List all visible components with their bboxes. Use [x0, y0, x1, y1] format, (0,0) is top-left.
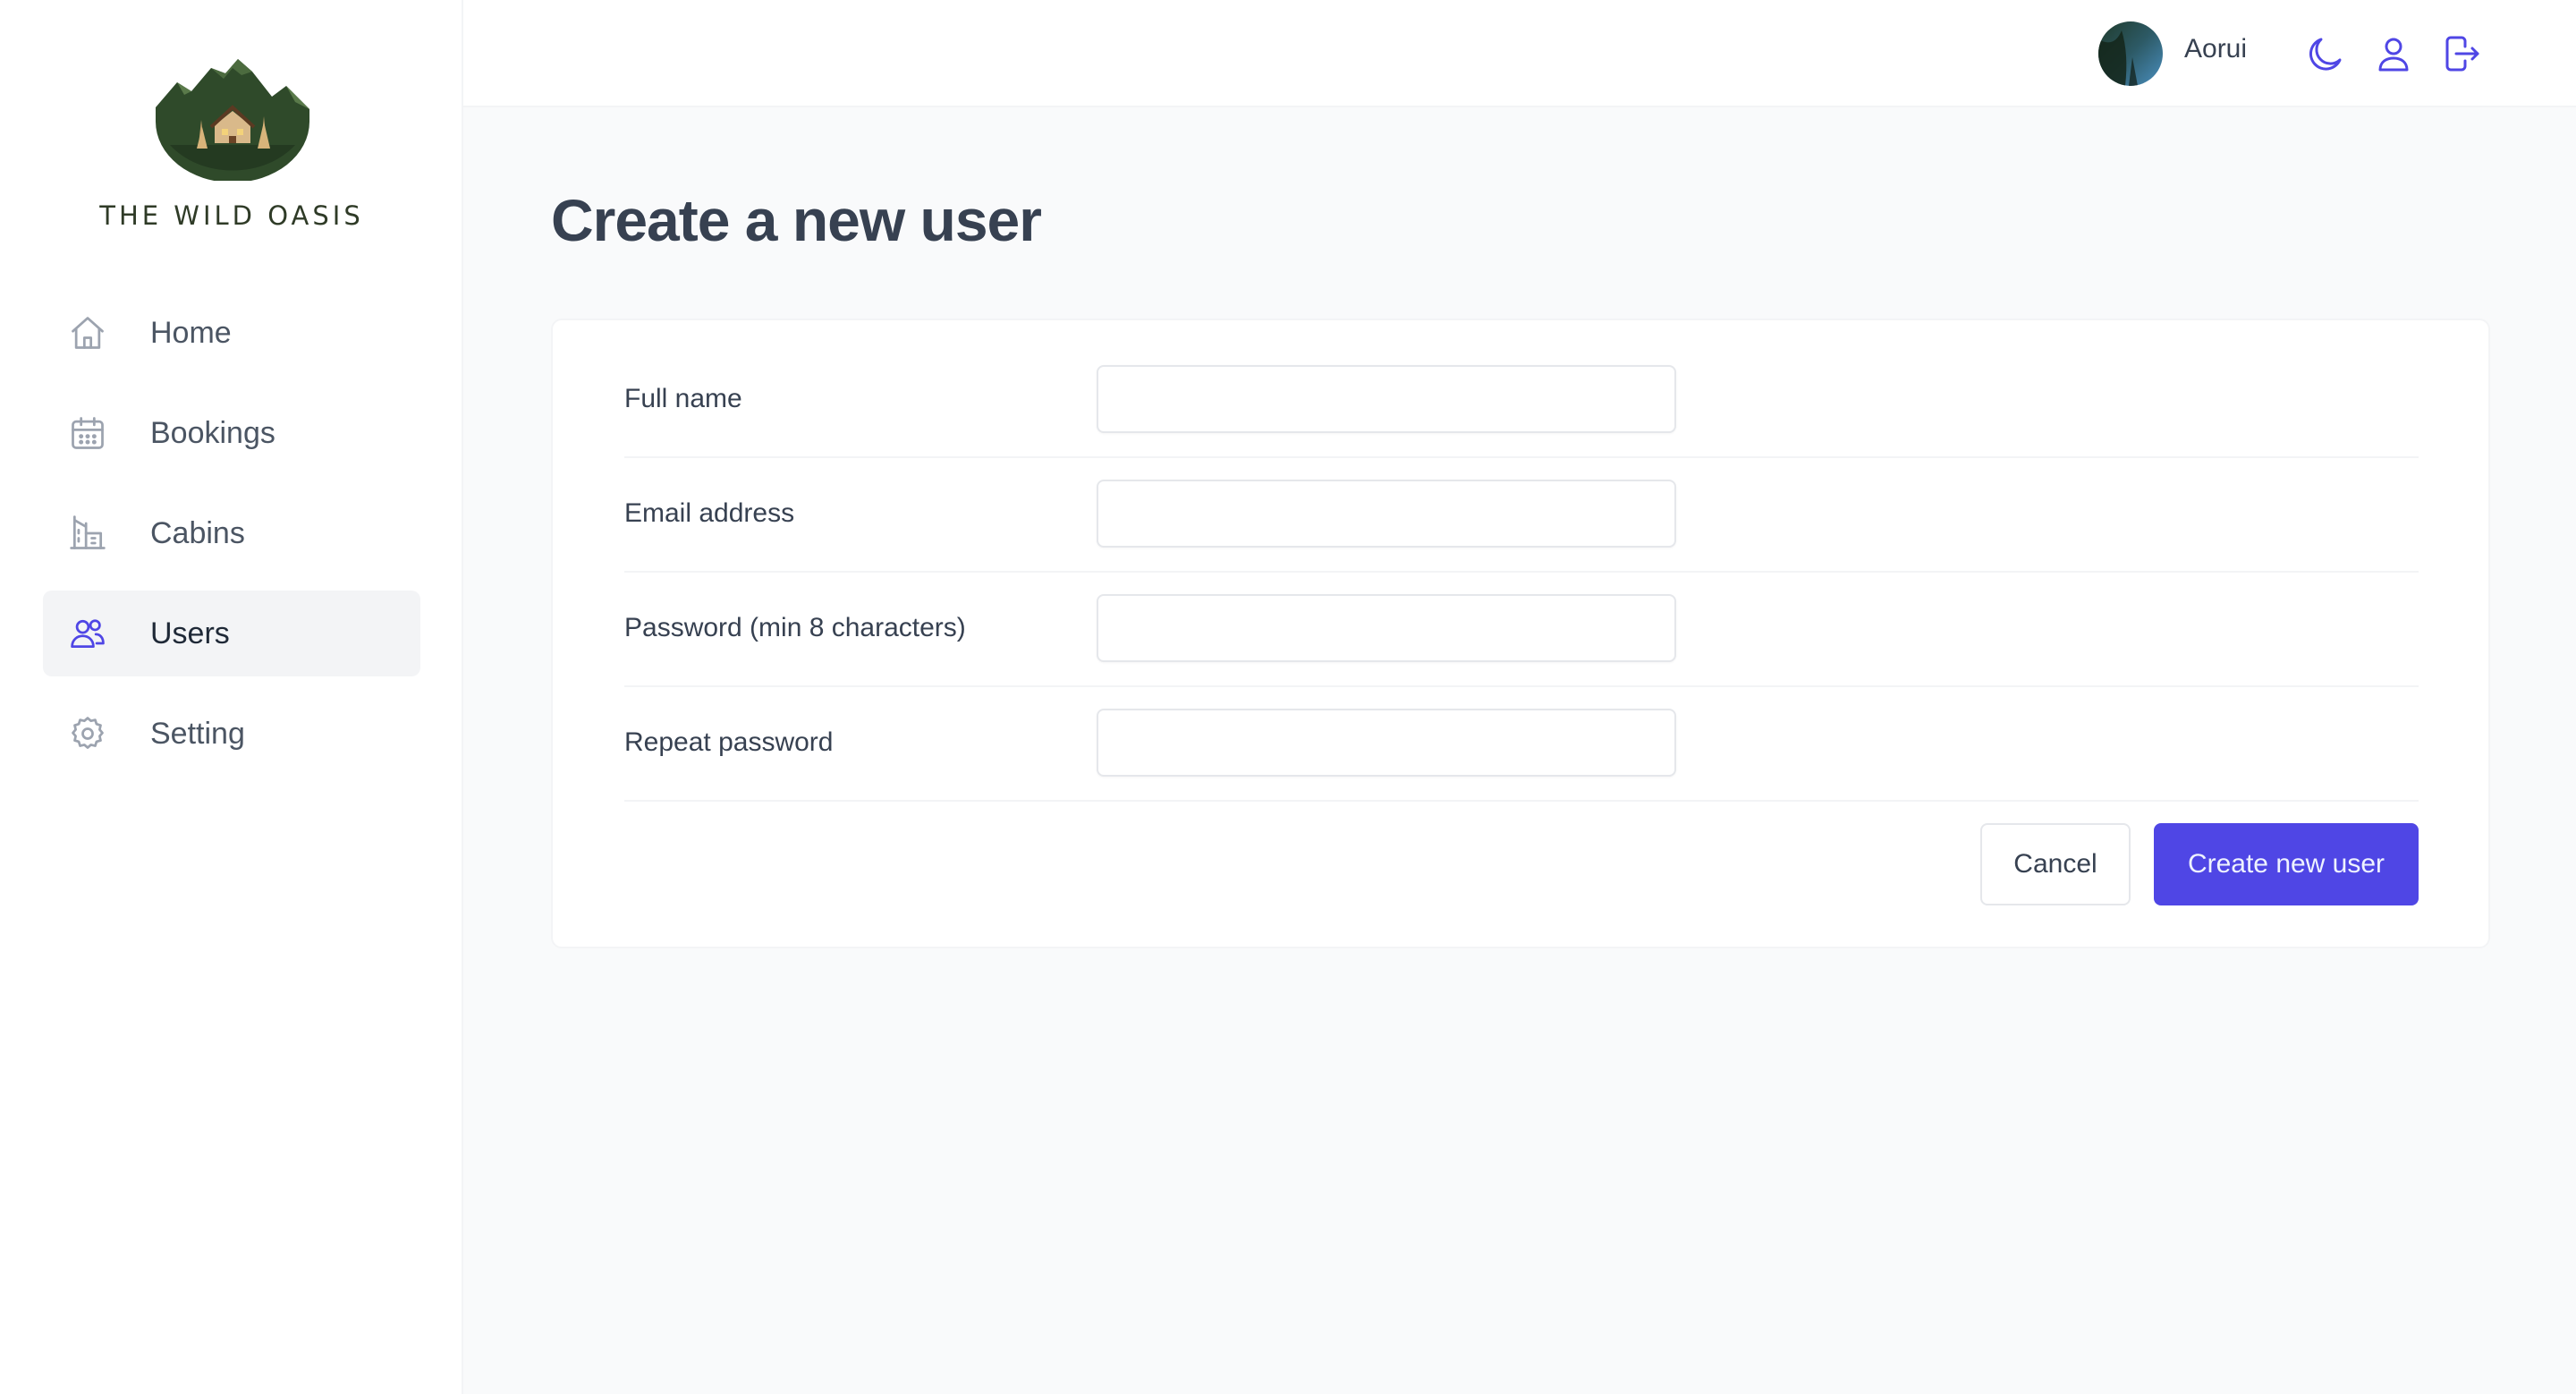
sidebar-item-home[interactable]: Home: [43, 290, 420, 376]
password-field[interactable]: [1097, 594, 1676, 662]
top-header: Aorui: [463, 0, 2576, 107]
form-row-repeat-password: Repeat password: [624, 685, 2419, 802]
sidebar-item-bookings[interactable]: Bookings: [43, 390, 420, 476]
sidebar-item-label: Home: [150, 315, 232, 350]
cabin-icon: [68, 514, 107, 553]
dark-mode-button[interactable]: [2304, 32, 2347, 75]
sidebar-item-setting[interactable]: Setting: [43, 691, 420, 777]
sidebar-item-users[interactable]: Users: [43, 591, 420, 676]
users-icon: [68, 614, 107, 653]
form-row-full-name: Full name: [624, 342, 2419, 458]
email-field[interactable]: [1097, 480, 1676, 548]
page-title: Create a new user: [551, 187, 1042, 253]
username: Aorui: [2184, 34, 2248, 64]
sidebar-item-label: Bookings: [150, 415, 275, 450]
sidebar: THE WILD OASIS Home Bookings Cabins User…: [0, 0, 463, 1394]
user-icon: [2378, 38, 2409, 72]
form-row-password: Password (min 8 characters): [624, 571, 2419, 687]
home-icon: [68, 313, 107, 353]
sidebar-item-label: Users: [150, 616, 230, 650]
full-name-field[interactable]: [1097, 365, 1676, 433]
password-label: Password (min 8 characters): [624, 613, 966, 642]
logout-icon: [2445, 36, 2479, 72]
logout-button[interactable]: [2440, 32, 2483, 75]
repeat-password-label: Repeat password: [624, 727, 834, 757]
create-user-form: Full name Email address Password (min 8 …: [551, 319, 2490, 948]
calendar-icon: [68, 413, 107, 453]
avatar[interactable]: [2098, 21, 2163, 86]
repeat-password-field[interactable]: [1097, 709, 1676, 777]
sidebar-item-label: Setting: [150, 716, 245, 751]
email-label: Email address: [624, 498, 795, 528]
sidebar-item-cabins[interactable]: Cabins: [43, 490, 420, 576]
full-name-label: Full name: [624, 384, 742, 413]
account-button[interactable]: [2372, 32, 2415, 75]
form-row-email: Email address: [624, 456, 2419, 573]
brand-name: THE WILD OASIS: [99, 200, 364, 231]
create-user-button[interactable]: Create new user: [2154, 823, 2419, 905]
logo: [152, 55, 313, 183]
moon-icon: [2309, 38, 2342, 71]
cancel-button[interactable]: Cancel: [1980, 823, 2131, 905]
sidebar-item-label: Cabins: [150, 515, 245, 550]
gear-icon: [68, 714, 107, 753]
main-nav: Home Bookings Cabins Users Setting: [43, 290, 420, 791]
